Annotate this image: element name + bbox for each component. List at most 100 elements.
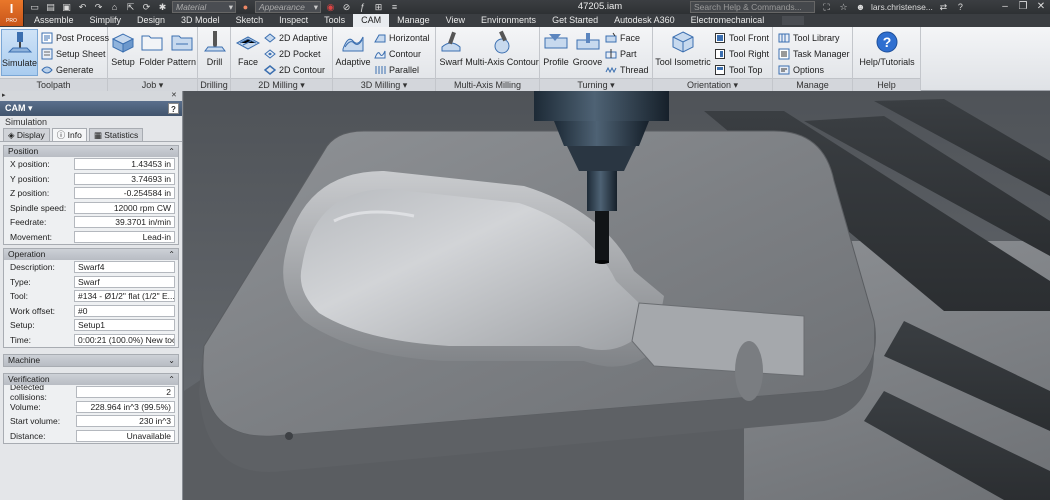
panel-title-job: Job ▾ [108,78,197,91]
part-button[interactable]: Part [605,46,637,61]
tab-view[interactable]: View [438,14,473,27]
measure-icon[interactable]: ⊞ [372,1,385,13]
appearance-icon[interactable]: ● [239,1,252,13]
collapse-icon[interactable]: ⌃ [168,249,175,260]
tab-3d-model[interactable]: 3D Model [173,14,228,27]
home-icon[interactable]: ⌂ [108,1,121,13]
generate-button[interactable]: Generate [41,62,94,77]
verification-section-header[interactable]: Verification ⌃ [4,374,178,385]
close-icon[interactable]: ✕ [1032,0,1050,14]
simulate-button[interactable]: Simulate [1,29,38,76]
tool-top-button[interactable]: Tool Top [714,62,762,77]
browser-close-icon[interactable]: ✕ [171,92,179,100]
profile-button[interactable]: Profile [542,29,570,76]
graphics-viewport[interactable] [184,91,1050,500]
appearance-combo[interactable]: Appearance [255,1,321,13]
tab-electromechanical[interactable]: Electromechanical [683,14,773,27]
tab-autodesk-a360[interactable]: Autodesk A360 [606,14,683,27]
exchange-icon[interactable]: ⇄ [937,1,950,13]
setup-sheet-button[interactable]: Setup Sheet [41,46,106,61]
multi-axis-contour-button[interactable]: Multi-Axis Contour [465,29,539,76]
tab-simplify[interactable]: Simplify [82,14,130,27]
settings-icon[interactable]: ✱ [156,1,169,13]
redo-icon[interactable]: ↷ [92,1,105,13]
tool-isometric-button[interactable]: Tool Isometric [654,29,712,76]
clear-appearance-icon[interactable]: ◉ [324,1,337,13]
update-icon[interactable]: ⟳ [140,1,153,13]
horizontal-icon [374,34,386,42]
star-icon[interactable]: ☆ [837,1,850,13]
contour-button[interactable]: Contour [374,46,421,61]
2d-pocket-button[interactable]: 2D Pocket [264,46,321,61]
face-button[interactable]: Face [234,29,262,76]
horizontal-button[interactable]: Horizontal [374,30,430,45]
browser-collapse-icon[interactable]: ▸ [2,92,10,100]
cam-browser-header[interactable]: CAM ▾ ? [0,101,182,116]
search-input[interactable]: Search Help & Commands... [690,1,815,13]
simulation-scene[interactable] [184,91,1050,500]
panel-title-2d-milling: 2D Milling ▾ [231,78,332,91]
open-file-icon[interactable]: ▤ [44,1,57,13]
browser-header-label: CAM ▾ [5,103,33,113]
help-tutorials-button[interactable]: ? Help/Tutorials [855,29,919,76]
fx-icon[interactable]: ƒ [356,1,369,13]
collapse-icon[interactable]: ⌃ [168,146,175,157]
tab-manage[interactable]: Manage [389,14,438,27]
tool-library-button[interactable]: Tool Library [778,30,840,45]
adaptive-button[interactable]: Adaptive [335,29,371,76]
x-position-value: 1.43453 in [74,158,175,171]
collapse-icon[interactable]: ⌃ [168,374,175,385]
post-process-button[interactable]: Post Process [41,30,109,45]
tab-cam[interactable]: CAM [353,14,390,27]
position-section-header[interactable]: Position ⌃ [4,146,178,157]
tab-assemble[interactable]: Assemble [26,14,82,27]
select-icon[interactable]: ⇱ [124,1,137,13]
thread-button[interactable]: Thread [605,62,649,77]
swarf-button[interactable]: Swarf [438,29,464,76]
tab-display[interactable]: ◈ Display [3,128,50,141]
tab-overflow-button[interactable] [782,16,805,25]
help-icon[interactable]: ? [954,1,967,13]
undo-icon[interactable]: ↶ [76,1,89,13]
parallel-button[interactable]: Parallel [374,62,419,77]
multi-axis-contour-label: Multi-Axis Contour [465,57,539,67]
tab-tools[interactable]: Tools [316,14,353,27]
tool-front-button[interactable]: Tool Front [714,30,769,45]
operation-section-header[interactable]: Operation ⌃ [4,249,178,260]
tab-statistics[interactable]: ▦ Statistics [88,128,144,141]
tab-display-label: Display [16,130,45,140]
folder-button[interactable]: Folder [138,29,166,76]
tab-sketch[interactable]: Sketch [228,14,272,27]
tool-right-button[interactable]: Tool Right [714,46,769,61]
user-icon[interactable]: ☻ [854,1,867,13]
minimize-icon[interactable]: – [996,0,1014,14]
options-button[interactable]: Options [778,62,824,77]
tab-info[interactable]: ⓘ Info [51,128,87,141]
tab-environments[interactable]: Environments [473,14,544,27]
2d-adaptive-button[interactable]: 2D Adaptive [264,30,328,45]
tab-design[interactable]: Design [129,14,173,27]
binoculars-icon[interactable]: ⛶ [820,1,833,13]
tab-inspect[interactable]: Inspect [271,14,316,27]
adjust-icon[interactable]: ⊘ [340,1,353,13]
user-name[interactable]: lars.christense... [871,2,933,12]
task-manager-button[interactable]: Task Manager [778,46,850,61]
browser-help-icon[interactable]: ? [168,103,179,114]
panel-help: ? Help/Tutorials Help [853,27,921,91]
setup-button[interactable]: Setup [110,29,136,76]
expand-icon[interactable]: ⌄ [168,355,175,366]
pattern-button[interactable]: Pattern [166,29,197,76]
material-combo[interactable]: Material [172,1,236,13]
app-menu-button[interactable]: I PRO [0,0,24,26]
new-file-icon[interactable]: ▭ [28,1,41,13]
save-icon[interactable]: ▣ [60,1,73,13]
2d-contour-button[interactable]: 2D Contour [264,62,325,77]
row-label: Feedrate: [10,217,47,228]
restore-icon[interactable]: ❐ [1014,0,1032,14]
tab-get-started[interactable]: Get Started [544,14,606,27]
groove-button[interactable]: Groove [571,29,604,76]
drill-button[interactable]: Drill [201,29,228,76]
turning-face-button[interactable]: Face [605,30,640,45]
machine-section-header[interactable]: Machine ⌄ [4,355,178,366]
customize-icon[interactable]: ≡ [388,1,401,13]
